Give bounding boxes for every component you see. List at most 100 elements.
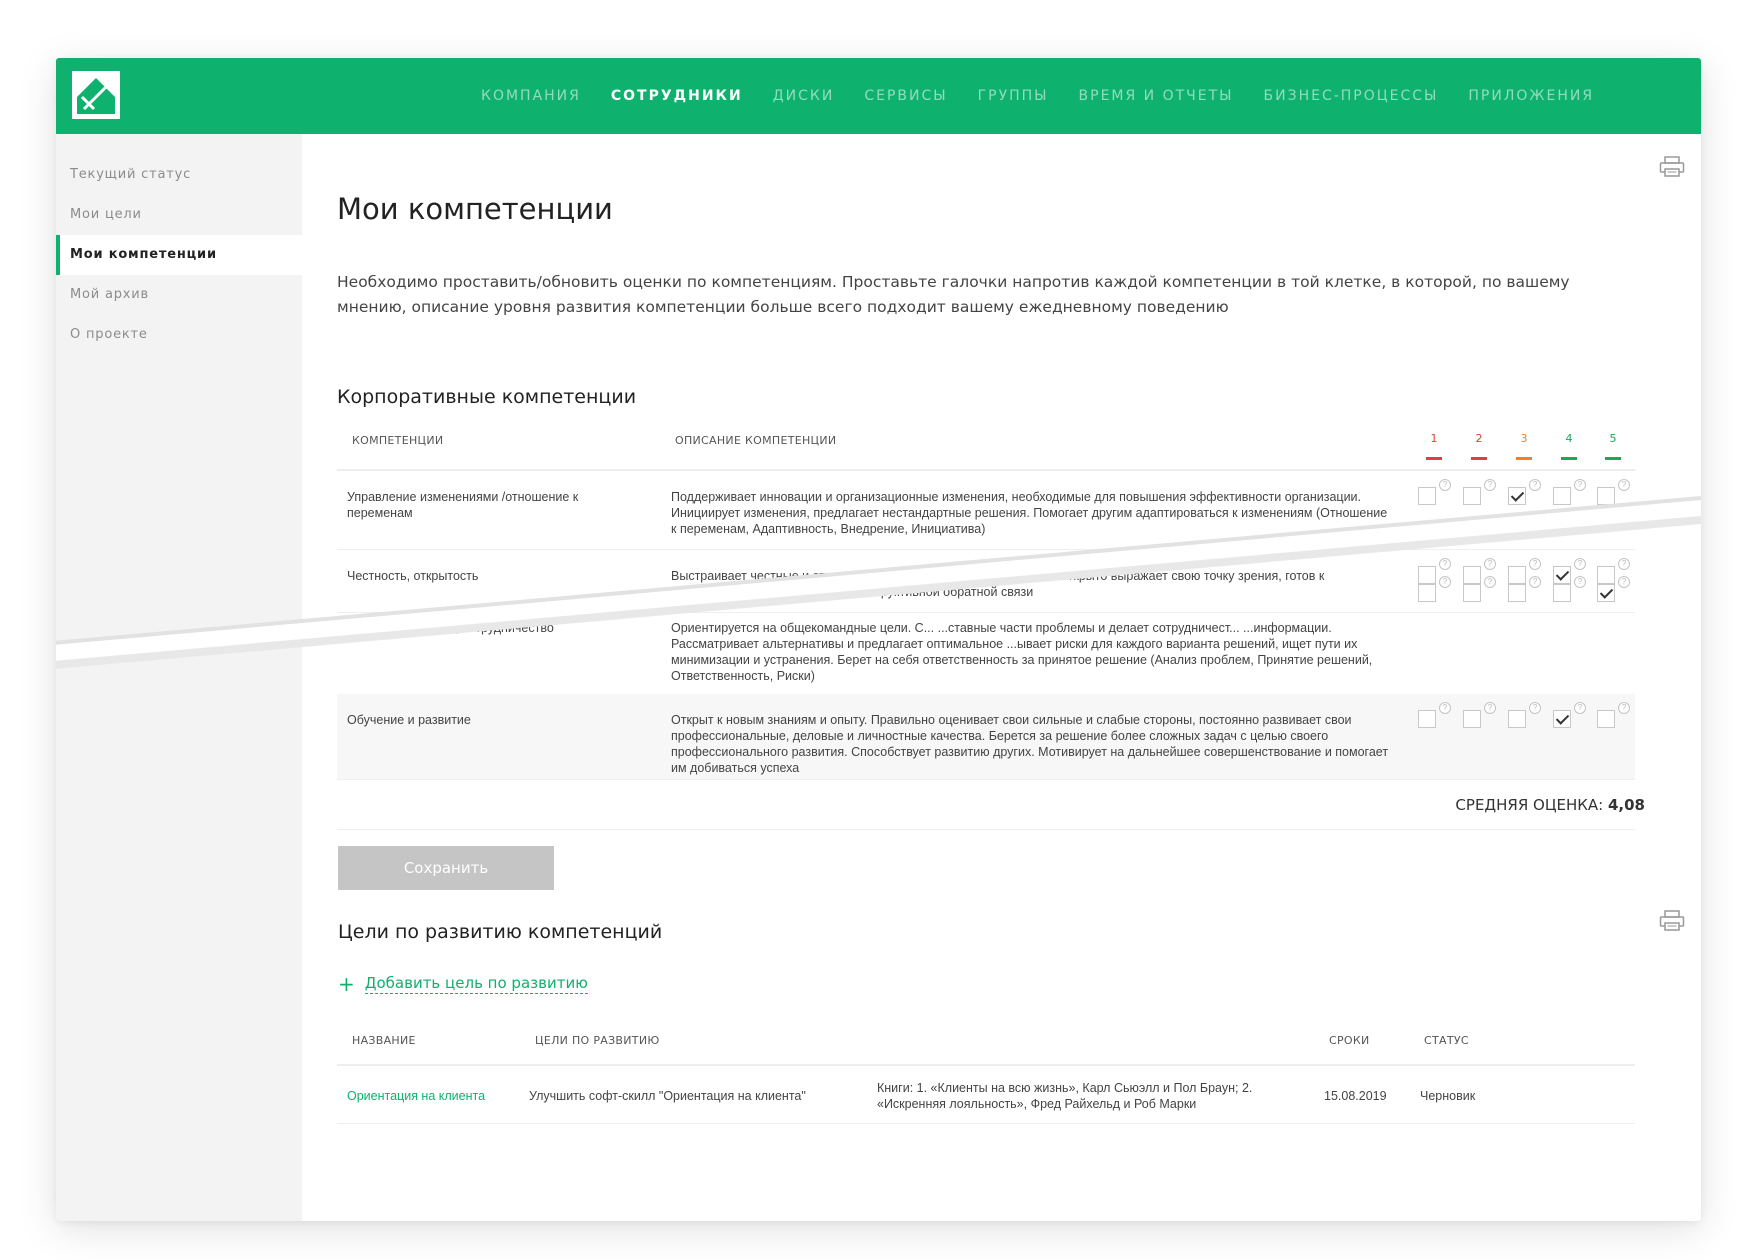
help-icon[interactable]: ? (1439, 702, 1451, 714)
score-checkbox-1[interactable] (1418, 710, 1436, 728)
nav-time-reports[interactable]: ВРЕМЯ И ОТЧЕТЫ (1064, 88, 1249, 104)
score-checkbox-4[interactable] (1553, 710, 1571, 728)
competencies-table-continued: Командная работа, сотрудничество Ориенти… (337, 576, 1635, 854)
table-row: Ориентация на клиента Улучшить софт-скил… (337, 1066, 1635, 1124)
score-checkbox-2[interactable] (1463, 566, 1481, 584)
score-header-3: 3 (1520, 432, 1528, 445)
average-score-value: 4,08 (1607, 796, 1645, 814)
help-icon[interactable]: ? (1618, 576, 1630, 588)
score-checkbox-1[interactable] (1418, 566, 1436, 584)
col-header-name: НАЗВАНИЕ (352, 1034, 416, 1047)
add-development-goal-link[interactable]: + Добавить цель по развитию (338, 974, 588, 994)
score-checkbox-3[interactable] (1508, 566, 1526, 584)
score-header-2: 2 (1475, 432, 1483, 445)
sidebar-item-my-competencies[interactable]: Мои компетенции (56, 235, 302, 275)
col-header-status: СТАТУС (1424, 1034, 1469, 1047)
help-icon[interactable]: ? (1529, 702, 1541, 714)
score-bar-5 (1605, 457, 1621, 460)
sidebar-item-my-archive[interactable]: Мой архив (56, 275, 302, 315)
nav-business-processes[interactable]: БИЗНЕС-ПРОЦЕССЫ (1249, 88, 1454, 104)
print-icon[interactable] (1659, 156, 1685, 178)
average-score-label: СРЕДНЯЯ ОЦЕНКА: (1455, 796, 1604, 814)
nav-employees[interactable]: СОТРУДНИКИ (596, 88, 758, 104)
section-title-competencies: Корпоративные компетенции (337, 386, 637, 408)
sidebar-item-about[interactable]: О проекте (56, 315, 302, 355)
score-checkbox-5[interactable] (1597, 710, 1615, 728)
plus-icon: + (338, 972, 355, 996)
goal-text: Улучшить софт-скилл "Ориентация на клиен… (529, 1089, 806, 1103)
save-button[interactable]: Сохранить (338, 846, 554, 890)
main-nav: КОМПАНИЯ СОТРУДНИКИ ДИСКИ СЕРВИСЫ ГРУППЫ… (466, 58, 1609, 134)
help-icon[interactable]: ? (1439, 576, 1451, 588)
help-icon[interactable]: ? (1439, 558, 1451, 570)
score-checkbox-3[interactable] (1508, 487, 1526, 505)
help-icon[interactable]: ? (1529, 576, 1541, 588)
competency-description: Поддерживает инновации и организационные… (671, 490, 1388, 536)
nav-groups[interactable]: ГРУППЫ (963, 88, 1064, 104)
nav-apps[interactable]: ПРИЛОЖЕНИЯ (1453, 88, 1609, 104)
score-checkbox-4[interactable] (1553, 566, 1571, 584)
goal-status: Черновик (1420, 1089, 1476, 1103)
sidebar-item-my-goals[interactable]: Мои цели (56, 195, 302, 235)
help-icon[interactable]: ? (1529, 479, 1541, 491)
help-icon[interactable]: ? (1618, 479, 1630, 491)
average-score: СРЕДНЯЯ ОЦЕНКА: 4,08 (1455, 796, 1645, 814)
score-bar-1 (1426, 457, 1442, 460)
score-checkbox-1[interactable] (1418, 584, 1436, 602)
help-icon[interactable]: ? (1484, 558, 1496, 570)
competency-description: Открыт к новым знаниям и опыту. Правильн… (671, 713, 1389, 775)
help-icon[interactable]: ? (1618, 702, 1630, 714)
help-icon[interactable]: ? (1484, 576, 1496, 588)
intro-text: Необходимо проставить/обновить оценки по… (337, 273, 1570, 316)
sidebar-item-current-status[interactable]: Текущий статус (56, 155, 302, 195)
add-goal-label: Добавить цель по развитию (364, 974, 588, 994)
help-icon[interactable]: ? (1574, 702, 1586, 714)
competency-name: Обучение и развитие (347, 713, 471, 727)
score-bar-2 (1471, 457, 1487, 460)
nav-disks[interactable]: ДИСКИ (758, 88, 850, 104)
score-checkbox-3[interactable] (1508, 584, 1526, 602)
app-window: КОМПАНИЯ СОТРУДНИКИ ДИСКИ СЕРВИСЫ ГРУППЫ… (56, 58, 1701, 1221)
company-logo[interactable] (72, 71, 120, 119)
score-header-1: 1 (1430, 432, 1438, 445)
help-icon[interactable]: ? (1484, 702, 1496, 714)
page-title: Мои компетенции (337, 192, 613, 226)
score-checkbox-3[interactable] (1508, 710, 1526, 728)
help-icon[interactable]: ? (1529, 558, 1541, 570)
help-icon[interactable]: ? (1439, 479, 1451, 491)
goals-table: НАЗВАНИЕ ЦЕЛИ ПО РАЗВИТИЮ СРОКИ СТАТУС О… (337, 1024, 1635, 1174)
score-checkbox-5[interactable] (1597, 487, 1615, 505)
score-checkbox-5[interactable] (1597, 566, 1615, 584)
goal-books: Книги: 1. «Клиенты на всю жизнь», Карл С… (877, 1081, 1253, 1111)
competency-description: Ориентируется на общекомандные цели. С..… (671, 621, 1373, 683)
divider (337, 829, 1635, 830)
score-header-5: 5 (1609, 432, 1617, 445)
competency-name: Управление изменениями /отношение к пере… (347, 490, 579, 520)
score-checkbox-2[interactable] (1463, 710, 1481, 728)
help-icon[interactable]: ? (1574, 576, 1586, 588)
print-icon[interactable] (1659, 910, 1685, 932)
score-checkbox-2[interactable] (1463, 584, 1481, 602)
top-navbar: КОМПАНИЯ СОТРУДНИКИ ДИСКИ СЕРВИСЫ ГРУППЫ… (56, 58, 1701, 134)
help-icon[interactable]: ? (1484, 479, 1496, 491)
competency-name: Командная работа, сотрудничество (347, 621, 554, 635)
goal-name-link[interactable]: Ориентация на клиента (347, 1088, 485, 1104)
col-header-competency: КОМПЕТЕНЦИИ (352, 434, 444, 447)
main-content: Мои компетенции Необходимо проставить/об… (302, 134, 1701, 1221)
help-icon[interactable]: ? (1574, 558, 1586, 570)
nav-company[interactable]: КОМПАНИЯ (466, 88, 596, 104)
nav-services[interactable]: СЕРВИСЫ (849, 88, 962, 104)
score-checkbox-1[interactable] (1418, 487, 1436, 505)
help-icon[interactable]: ? (1574, 479, 1586, 491)
score-checkbox-4[interactable] (1553, 487, 1571, 505)
col-header-description: ОПИСАНИЕ КОМПЕТЕНЦИИ (675, 434, 837, 447)
score-checkbox-2[interactable] (1463, 487, 1481, 505)
score-checkbox-4[interactable] (1553, 584, 1571, 602)
help-icon[interactable]: ? (1618, 558, 1630, 570)
competency-description: Выстраивает честные и открытые взаимоотн… (671, 569, 1325, 599)
col-header-goals: ЦЕЛИ ПО РАЗВИТИЮ (535, 1034, 660, 1047)
competency-name: Честность, открытость (347, 569, 479, 583)
score-checkbox-5[interactable] (1597, 584, 1615, 602)
competency-row: Управление изменениями /отношение к пере… (337, 471, 1635, 550)
competency-row: Обучение и развитие Открыт к новым знани… (337, 694, 1635, 780)
